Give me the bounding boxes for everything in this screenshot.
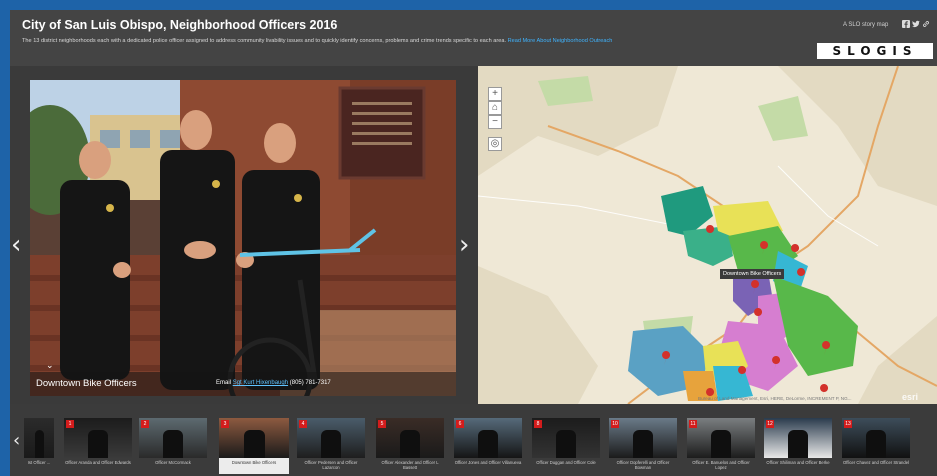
- thumbnail-number: 2: [141, 420, 149, 428]
- thumbnail-image: [687, 418, 755, 458]
- page-subtitle: The 13 district neighborhoods each with …: [22, 38, 612, 44]
- thumbnail-number: 5: [378, 420, 386, 428]
- phone-number: (805) 781-7317: [289, 380, 331, 386]
- carousel-thumbnail[interactable]: 11 Officer E. Banuelos and Officer Lopez: [687, 418, 755, 474]
- read-more-link[interactable]: Read More About Neighborhood Outreach: [508, 38, 613, 44]
- thumbnail-figure: [477, 430, 499, 458]
- thumbnail-image: [219, 418, 289, 458]
- thumbnail-image: [609, 418, 677, 458]
- thumbnail-figure: [34, 430, 44, 458]
- thumbnail-image: [139, 418, 207, 458]
- story-map-frame: City of San Luis Obispo, Neighborhood Of…: [10, 10, 937, 476]
- esri-logo: esri: [902, 392, 919, 402]
- thumbnail-label: Officer Pedersen and Officer Lazarcon: [304, 460, 358, 470]
- thumbnail-number: 4: [299, 420, 307, 428]
- zoom-in-button[interactable]: +: [488, 87, 502, 101]
- facebook-icon[interactable]: [902, 20, 910, 28]
- carousel-thumbnail[interactable]: 1 Officer Aranda and Officer Edwards: [64, 418, 132, 474]
- map-attribution: Bureau of Land Management, Esri, HERE, D…: [698, 396, 852, 401]
- thumbnail-image: [24, 418, 54, 458]
- thumbnail-label: Officer Chavez and Officer Strandel: [843, 460, 909, 465]
- thumbnail-label: Downtown Bike Officers: [231, 460, 277, 465]
- carousel-thumbnail[interactable]: Ist Officer ...: [24, 418, 54, 474]
- thumbnail-image: [842, 418, 910, 458]
- thumbnail-figure: [399, 430, 421, 458]
- thumbnail-label: Ist Officer ...: [27, 460, 51, 465]
- thumbnail-image: [532, 418, 600, 458]
- thumbnail-figure: [320, 430, 342, 458]
- contact-line: Email Sgt Kurt Hixenbaugh (805) 781-7317: [216, 380, 331, 386]
- thumbnail-label: Officer Dopferelli and Officer Bowman: [616, 460, 670, 470]
- carousel-thumbnail[interactable]: 13 Officer Chavez and Officer Strandel: [842, 418, 910, 474]
- thumbnail-number: 6: [456, 420, 464, 428]
- carousel-thumbnail[interactable]: 5 Officer Alexander and Officer L Bassett: [376, 418, 444, 474]
- zoom-out-button[interactable]: −: [488, 115, 502, 129]
- thumbnail-figure: [243, 430, 265, 458]
- thumbnail-figure: [710, 430, 732, 458]
- thumbnail-figure: [632, 430, 654, 458]
- story-map-label: A SLO story map: [843, 22, 889, 28]
- header: City of San Luis Obispo, Neighborhood Of…: [10, 10, 937, 66]
- photo-caption: Downtown Bike Officers: [36, 378, 137, 389]
- carousel-thumbnail[interactable]: 6 Officer Jones and Officer Villanueva: [454, 418, 522, 474]
- carousel-thumbnail[interactable]: 2 Officer McCormack: [139, 418, 207, 474]
- thumbnail-label: Officer Alexander and Officer L Bassett: [381, 460, 439, 470]
- map-tooltip: Downtown Bike Officers: [720, 269, 785, 279]
- page-title: City of San Luis Obispo, Neighborhood Of…: [22, 18, 338, 32]
- email-label: Email: [216, 380, 232, 386]
- thumbnail-figure: [865, 430, 887, 458]
- twitter-icon[interactable]: [912, 20, 920, 28]
- thumbnail-label: Officer Duggan and Officer Cole: [536, 460, 596, 465]
- thumbnail-label: Officer Aranda and Officer Edwards: [65, 460, 131, 465]
- thumbnail-image: [376, 418, 444, 458]
- thumbnail-image: [64, 418, 132, 458]
- link-icon[interactable]: [922, 20, 930, 28]
- thumbnail-number: 8: [534, 420, 542, 428]
- carousel-thumbnail[interactable]: 4 Officer Pedersen and Officer Lazarcon: [297, 418, 365, 474]
- thumbnail-image: [764, 418, 832, 458]
- thumbnail-number: 13: [844, 420, 852, 428]
- thumbnail-figure: [87, 430, 109, 458]
- carousel-thumbnail[interactable]: 10 Officer Dopferelli and Officer Bowman: [609, 418, 677, 474]
- thumbnail-number: 10: [611, 420, 619, 428]
- thumbnail-image: [454, 418, 522, 458]
- locate-button[interactable]: ◎: [488, 137, 502, 151]
- photo-image: [30, 80, 456, 396]
- collapse-caption-icon[interactable]: ⌄: [46, 360, 54, 371]
- carousel-thumbnail[interactable]: 8 Officer Duggan and Officer Cole: [532, 418, 600, 474]
- previous-arrow-icon[interactable]: ‹: [11, 232, 21, 258]
- district-map[interactable]: + ⌂ − ◎ Downtown Bike Officers Bureau of…: [478, 66, 937, 404]
- thumbnail-figure: [162, 430, 184, 458]
- thumbnail-number: 3: [221, 420, 229, 428]
- thumbnail-carousel: ‹ Ist Officer ... 1 Officer Aranda and Off…: [10, 404, 937, 476]
- thumbnail-figure: [787, 430, 809, 458]
- thumbnail-label: Officer E. Banuelos and Officer Lopez: [692, 460, 750, 470]
- thumbnail-number: 12: [766, 420, 774, 428]
- thumbnail-image: [297, 418, 365, 458]
- carousel-thumbnail[interactable]: 3 Downtown Bike Officers: [219, 418, 289, 474]
- thumbnail-label: Officer Shiliman and Officer Berke: [766, 460, 830, 465]
- email-link[interactable]: Sgt Kurt Hixenbaugh: [233, 380, 288, 386]
- map-canvas[interactable]: [478, 66, 937, 404]
- thumbnail-figure: [555, 430, 577, 458]
- next-arrow-icon[interactable]: ›: [459, 232, 469, 258]
- slogis-logo: SLOGIS: [817, 43, 933, 59]
- media-panel: ⌄ Downtown Bike Officers Email Sgt Kurt …: [10, 66, 478, 404]
- thumbnail-number: 1: [66, 420, 74, 428]
- carousel-thumbnail[interactable]: 12 Officer Shiliman and Officer Berke: [764, 418, 832, 474]
- carousel-previous-icon[interactable]: ‹: [13, 432, 20, 450]
- home-button[interactable]: ⌂: [488, 101, 502, 115]
- subtitle-text: The 13 district neighborhoods each with …: [22, 38, 507, 44]
- caption-bar: Downtown Bike Officers Email Sgt Kurt Hi…: [30, 372, 456, 396]
- thumbnail-number: 11: [689, 420, 697, 428]
- thumbnail-label: Officer Jones and Officer Villanueva: [454, 460, 522, 465]
- thumbnail-label: Officer McCormack: [155, 460, 191, 465]
- officer-photo: ⌄ Downtown Bike Officers Email Sgt Kurt …: [30, 80, 456, 396]
